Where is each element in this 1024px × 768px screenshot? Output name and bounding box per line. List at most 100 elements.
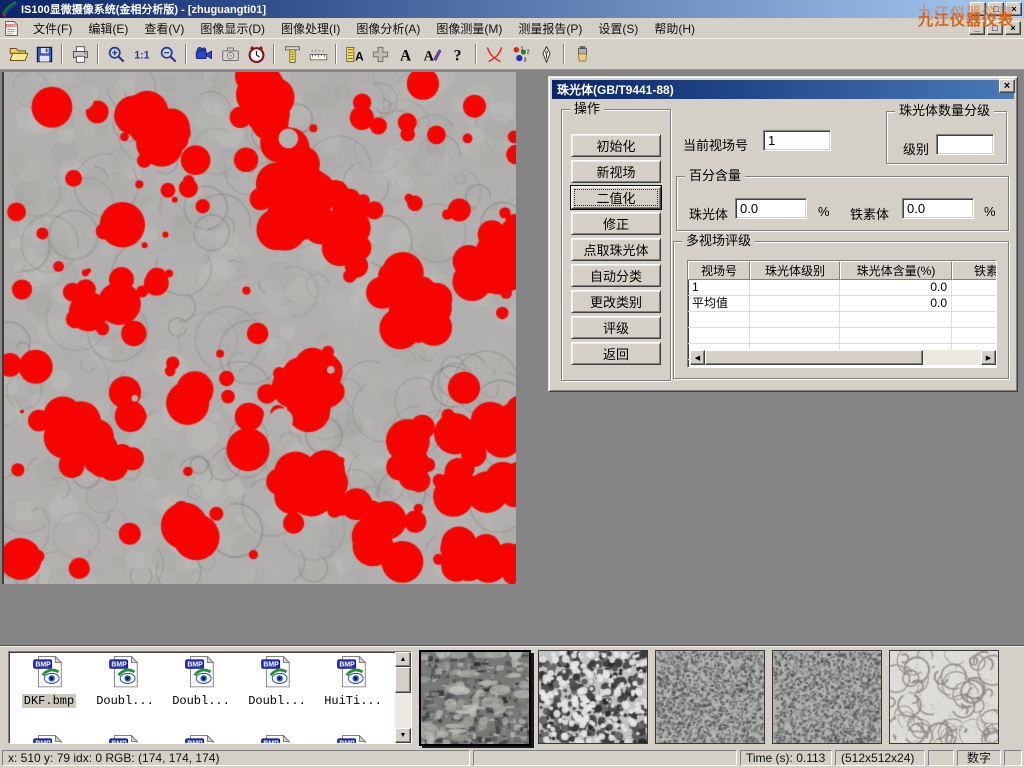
thumbnail-4[interactable] <box>772 650 882 744</box>
scroll-thumb[interactable] <box>705 350 923 365</box>
caliper-vertical-icon[interactable] <box>279 41 305 67</box>
document-icon[interactable]: DOC <box>3 20 21 37</box>
file-browser-panel: BMPDKF.bmpBMPDoubl...BMPDoubl...BMPDoubl… <box>0 645 1024 748</box>
menu-item-5[interactable]: 图像处理(I) <box>273 18 348 39</box>
file-item[interactable]: BMP <box>163 734 239 744</box>
scroll-down-arrow[interactable]: ▼ <box>395 728 411 743</box>
text-label-icon[interactable]: A <box>393 41 419 67</box>
vendor-watermark: 九江仪器仪表 <box>918 9 1014 30</box>
thumbnail-3[interactable] <box>655 650 765 744</box>
op-button-3[interactable]: 二值化 <box>571 186 661 209</box>
move-cross-icon[interactable] <box>367 41 393 67</box>
text-style-icon[interactable]: A <box>419 41 445 67</box>
svg-text:BMP: BMP <box>263 662 279 669</box>
thumbnail-1[interactable] <box>419 650 531 746</box>
op-button-7[interactable]: 更改类别 <box>571 290 661 313</box>
scroll-up-arrow[interactable]: ▲ <box>395 652 411 667</box>
file-label: Doubl... <box>246 694 308 708</box>
menu-item-8[interactable]: 测量报告(P) <box>510 18 590 39</box>
menu-item-1[interactable]: 文件(F) <box>25 18 80 39</box>
file-item[interactable]: BMP <box>239 734 315 744</box>
scroll-left-arrow[interactable]: ◀ <box>690 350 705 365</box>
open-file-icon[interactable] <box>5 41 31 67</box>
menu-item-10[interactable]: 帮助(H) <box>646 18 703 39</box>
help-icon[interactable]: ? <box>445 41 471 67</box>
file-item[interactable]: BMP <box>87 734 163 744</box>
scroll-right-arrow[interactable]: ▶ <box>981 350 996 365</box>
file-item[interactable]: BMPDKF.bmp <box>11 655 87 708</box>
pearlite-input[interactable]: 0.0 <box>735 198 807 219</box>
menu-item-9[interactable]: 设置(S) <box>590 18 646 39</box>
op-button-4[interactable]: 修正 <box>571 212 661 235</box>
thumbnail-5[interactable] <box>889 650 999 744</box>
svg-text:BMP: BMP <box>35 662 51 669</box>
snapshot-camera-icon[interactable] <box>217 41 243 67</box>
status-blank-2 <box>928 750 954 766</box>
caliper-annotate-icon[interactable]: A <box>341 41 367 67</box>
toolbar-separator <box>97 44 99 64</box>
table-cell <box>952 328 997 343</box>
pearlite-dialog: 珠光体(GB/T9441-88) × 操作 初始化新视场二值化修正点取珠光体自动… <box>548 76 1018 392</box>
menu-item-4[interactable]: 图像显示(D) <box>192 18 273 39</box>
table-cell <box>952 296 997 311</box>
zoom-out-icon[interactable] <box>155 41 181 67</box>
dialog-title-bar[interactable]: 珠光体(GB/T9441-88) <box>552 80 1014 99</box>
timer-clock-icon[interactable] <box>243 41 269 67</box>
percent-group-label: 百分含量 <box>685 169 745 183</box>
op-button-1[interactable]: 初始化 <box>571 134 661 157</box>
op-button-8[interactable]: 评级 <box>571 316 661 339</box>
app-logo-icon <box>2 1 18 17</box>
svg-text:2: 2 <box>526 49 529 55</box>
title-bar[interactable]: IS100显微摄像系统(金相分析版) - [zhuguangti01] _ □ … <box>0 0 1024 18</box>
video-camera-icon[interactable] <box>191 41 217 67</box>
metallograph-image[interactable] <box>2 72 516 584</box>
menu-item-2[interactable]: 编辑(E) <box>80 18 136 39</box>
menu-bar: DOC 文件(F)编辑(E)查看(V)图像显示(D)图像处理(I)图像分析(A)… <box>0 18 1024 38</box>
classify-dots-icon[interactable]: 123 <box>507 41 533 67</box>
svg-text:?: ? <box>453 47 461 64</box>
print-icon[interactable] <box>67 41 93 67</box>
save-icon[interactable] <box>31 41 57 67</box>
current-view-input[interactable]: 1 <box>763 130 831 151</box>
pen-tool-icon[interactable] <box>533 41 559 67</box>
percent-group: 百分含量 珠光体 0.0 % 铁素体 0.0 % <box>676 176 1009 231</box>
op-button-5[interactable]: 点取珠光体 <box>571 238 661 261</box>
table-row[interactable]: 10.0 <box>688 280 996 296</box>
file-list-scrollbar[interactable]: ▲ ▼ <box>395 652 411 743</box>
dialog-close-button[interactable]: × <box>999 79 1015 93</box>
brush-tool-icon[interactable] <box>569 41 595 67</box>
file-item[interactable]: BMP <box>315 734 391 744</box>
file-item[interactable]: BMPDoubl... <box>87 655 163 708</box>
operation-buttons: 初始化新视场二值化修正点取珠光体自动分类更改类别评级返回 <box>571 134 661 365</box>
grade-input[interactable] <box>936 134 994 155</box>
curve-tool-icon[interactable] <box>481 41 507 67</box>
application-window: IS100显微摄像系统(金相分析版) - [zhuguangti01] _ □ … <box>0 0 1024 768</box>
file-label: Doubl... <box>94 694 156 708</box>
ferrite-input[interactable]: 0.0 <box>902 198 974 219</box>
op-button-9[interactable]: 返回 <box>571 342 661 365</box>
ruler-horizontal-icon[interactable] <box>305 41 331 67</box>
zoom-in-icon[interactable] <box>103 41 129 67</box>
op-button-2[interactable]: 新视场 <box>571 160 661 183</box>
toolbar-groups: 1:1AAA?123 <box>5 41 595 67</box>
table-horizontal-scrollbar[interactable]: ◀ ▶ <box>690 350 996 365</box>
file-item[interactable]: BMPDoubl... <box>163 655 239 708</box>
file-item[interactable]: BMPHuiTi... <box>315 655 391 708</box>
file-item[interactable]: BMP Doubl... <box>239 655 315 708</box>
multi-view-group-label: 多视场评级 <box>682 234 755 248</box>
table-row[interactable] <box>688 328 996 344</box>
menu-item-3[interactable]: 查看(V) <box>136 18 192 39</box>
scroll-thumb[interactable] <box>395 667 411 693</box>
menu-item-6[interactable]: 图像分析(A) <box>348 18 428 39</box>
thumbnail-2[interactable] <box>538 650 648 744</box>
table-cell <box>840 328 952 343</box>
file-item[interactable]: BMP <box>11 734 87 744</box>
table-row[interactable]: 平均值0.0 <box>688 296 996 312</box>
table-row[interactable] <box>688 312 996 328</box>
file-label: Doubl... <box>170 694 232 708</box>
actual-size-icon[interactable]: 1:1 <box>129 41 155 67</box>
menu-item-7[interactable]: 图像测量(M) <box>428 18 510 39</box>
menu-items: 文件(F)编辑(E)查看(V)图像显示(D)图像处理(I)图像分析(A)图像测量… <box>25 18 703 39</box>
op-button-6[interactable]: 自动分类 <box>571 264 661 287</box>
file-list-row1: BMPDKF.bmpBMPDoubl...BMPDoubl...BMPDoubl… <box>11 655 391 708</box>
